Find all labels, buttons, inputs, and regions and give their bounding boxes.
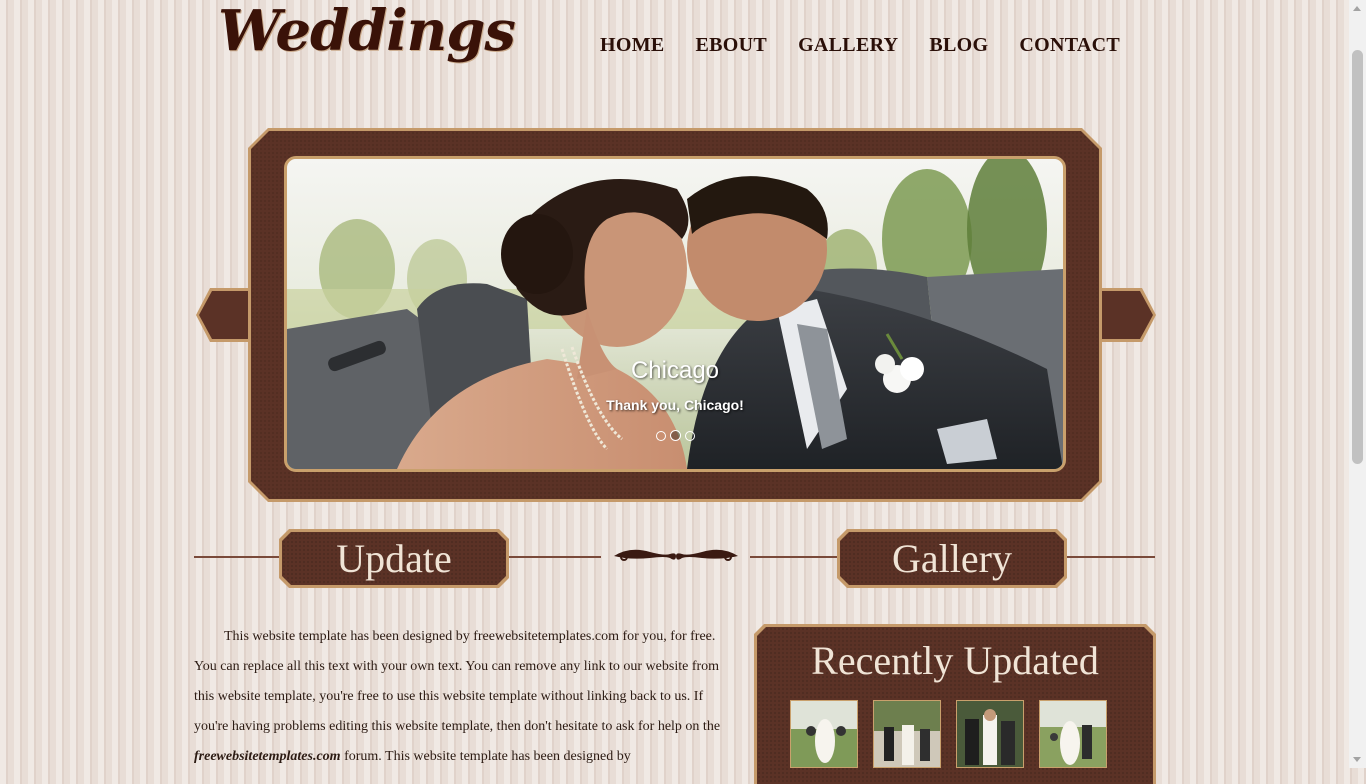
divider-line (194, 556, 284, 558)
slider-dot-1[interactable] (655, 431, 666, 441)
scroll-down-icon[interactable] (1353, 757, 1361, 762)
nav-about[interactable]: EBOUT (696, 34, 768, 57)
update-paragraph-tail: forum. This website template has been de… (340, 749, 631, 764)
recent-title: Recently Updated (811, 638, 1099, 683)
nav-blog[interactable]: BLOG (929, 34, 988, 57)
update-paragraph: This website template has been designed … (194, 629, 721, 734)
site-logo[interactable]: Weddings (218, 0, 516, 64)
divider-line (1064, 556, 1155, 558)
slider-photo[interactable]: Chicago Thank you, Chicago! (284, 156, 1066, 472)
slider-pagination (287, 428, 1063, 446)
update-text: This website template has been designed … (194, 622, 724, 772)
nav-gallery[interactable]: GALLERY (798, 34, 898, 57)
slide-subtitle: Thank you, Chicago! (606, 397, 744, 413)
slider-dot-2[interactable] (669, 430, 681, 441)
scrollbar-thumb[interactable] (1352, 50, 1363, 464)
page-scrollbar[interactable] (1349, 0, 1366, 768)
gallery-thumb-2[interactable] (873, 700, 941, 768)
slider-ribbon-left (196, 288, 254, 342)
divider-line (750, 556, 842, 558)
slider-dot-3[interactable] (684, 431, 695, 441)
gallery-thumb-1[interactable] (790, 700, 858, 768)
update-heading: Update (279, 529, 509, 588)
nav-home[interactable]: HOME (600, 34, 665, 57)
slide-title: Chicago (630, 357, 720, 384)
gallery-heading: Gallery (837, 529, 1067, 588)
scroll-up-icon[interactable] (1353, 6, 1361, 11)
nav-contact[interactable]: CONTACT (1019, 34, 1120, 57)
gallery-thumb-4[interactable] (1039, 700, 1107, 768)
forum-link[interactable]: freewebsitetemplates.com (194, 749, 341, 764)
gallery-thumb-3[interactable] (956, 700, 1024, 768)
slider-ribbon-right (1098, 288, 1156, 342)
main-nav: HOME EBOUT GALLERY BLOG CONTACT (600, 34, 1151, 57)
recently-updated-panel: Recently Updated (754, 624, 1156, 784)
ornament-icon (614, 549, 738, 561)
divider-line (505, 556, 601, 558)
wedding-couple-image (287, 159, 1063, 469)
